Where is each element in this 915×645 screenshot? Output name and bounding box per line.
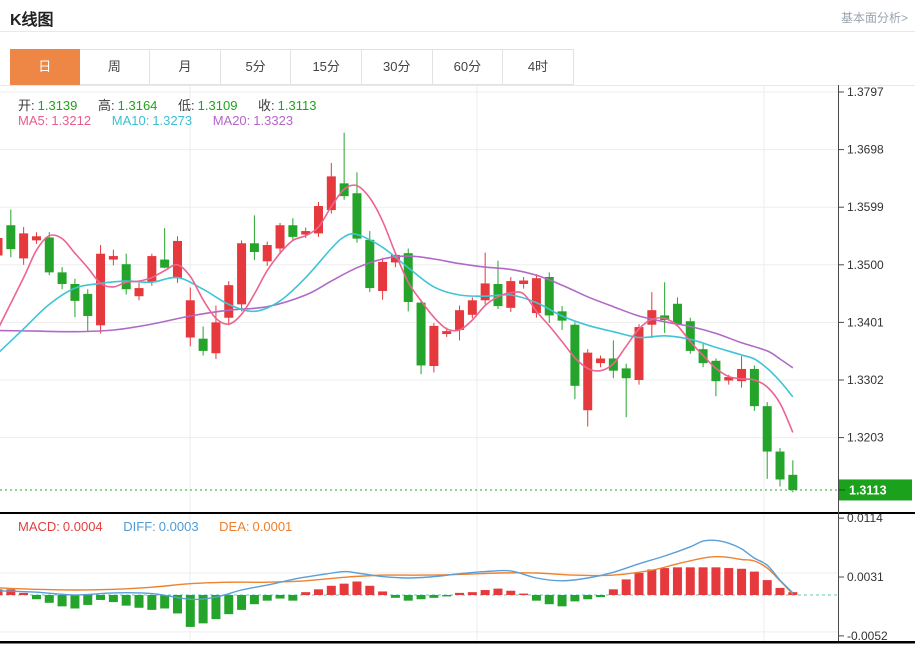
tab-4时[interactable]: 4时 bbox=[503, 50, 573, 84]
panel-separator bbox=[0, 512, 915, 514]
candles bbox=[0, 133, 797, 493]
y-axis-tick: 1.3401 bbox=[847, 315, 884, 329]
current-price-tag: 1.3113 bbox=[839, 479, 912, 500]
kline-chart[interactable]: 1.3797 1.3698 1.3599 1.3500 1.3401 1.3302 1.32… bbox=[0, 85, 915, 645]
y-axis-tick: 1.3203 bbox=[847, 431, 884, 445]
macd-value: 0.0004 bbox=[63, 519, 103, 534]
tab-60分[interactable]: 60分 bbox=[433, 50, 504, 84]
chart-canvas: 1.3797 1.3698 1.3599 1.3500 1.3401 1.3302 1.32… bbox=[0, 85, 915, 645]
y-axis-tick: 1.3797 bbox=[847, 85, 884, 99]
y-axis-tick: -0.0052 bbox=[847, 629, 888, 643]
tab-30分[interactable]: 30分 bbox=[362, 50, 433, 84]
ma5-value: 1.3212 bbox=[51, 113, 91, 128]
dea-label: DEA: bbox=[219, 519, 249, 534]
tab-15分[interactable]: 15分 bbox=[291, 50, 362, 84]
diff-label: DIFF: bbox=[123, 519, 156, 534]
tab-日[interactable]: 日 bbox=[10, 49, 80, 85]
kline-page: K线图 基本面分析> 日周月5分15分30分60分4时 1.3797 1.3698… bbox=[0, 0, 915, 645]
macd-histogram bbox=[0, 567, 797, 627]
y-axis-tick: 1.3599 bbox=[847, 200, 884, 214]
macd-label: MACD: bbox=[18, 519, 60, 534]
ma5-label: MA5: bbox=[18, 113, 48, 128]
ma-readout: MA5:1.3212 MA10:1.3273 MA20:1.3323 bbox=[18, 113, 296, 128]
ma10-value: 1.3273 bbox=[152, 113, 192, 128]
open-label: 开: bbox=[18, 98, 35, 113]
low-label: 低: bbox=[178, 98, 195, 113]
svg-text:1.3113: 1.3113 bbox=[849, 483, 887, 497]
high-value: 1.3164 bbox=[118, 98, 158, 113]
fundamental-analysis-link[interactable]: 基本面分析> bbox=[841, 9, 908, 26]
macd-readout: MACD:0.0004 DIFF:0.0003 DEA: 0.0001 bbox=[18, 519, 295, 534]
ma20-label: MA20: bbox=[213, 113, 251, 128]
low-value: 1.3109 bbox=[198, 98, 238, 113]
page-header: K线图 基本面分析> bbox=[0, 0, 915, 32]
page-title: K线图 bbox=[10, 6, 54, 30]
y-axis-tick: 0.0031 bbox=[847, 570, 884, 584]
ohlc-readout: 开:1.3139 高:1.3164 低:1.3109 收:1.3113 bbox=[18, 95, 319, 114]
y-axis-labels: 1.3797 1.3698 1.3599 1.3500 1.3401 1.3302 1.32… bbox=[838, 85, 888, 643]
y-axis-tick: 1.3698 bbox=[847, 143, 884, 157]
tab-5分[interactable]: 5分 bbox=[221, 50, 292, 84]
tab-周[interactable]: 周 bbox=[80, 50, 151, 84]
close-value: 1.3113 bbox=[278, 98, 317, 113]
diff-value: 0.0003 bbox=[159, 519, 199, 534]
dea-value: 0.0001 bbox=[253, 519, 293, 534]
ma10-label: MA10: bbox=[112, 113, 150, 128]
close-label: 收: bbox=[258, 98, 275, 113]
y-axis-tick: 1.3302 bbox=[847, 373, 884, 387]
y-axis-tick: 1.3500 bbox=[847, 258, 884, 272]
tab-月[interactable]: 月 bbox=[150, 50, 221, 84]
high-label: 高: bbox=[98, 98, 115, 113]
chart-bottom-border bbox=[0, 641, 915, 644]
open-value: 1.3139 bbox=[38, 98, 78, 113]
y-axis-tick: 0.0114 bbox=[847, 511, 883, 525]
ma20-value: 1.3323 bbox=[253, 113, 293, 128]
interval-tabbar: 日周月5分15分30分60分4时 bbox=[10, 49, 574, 85]
